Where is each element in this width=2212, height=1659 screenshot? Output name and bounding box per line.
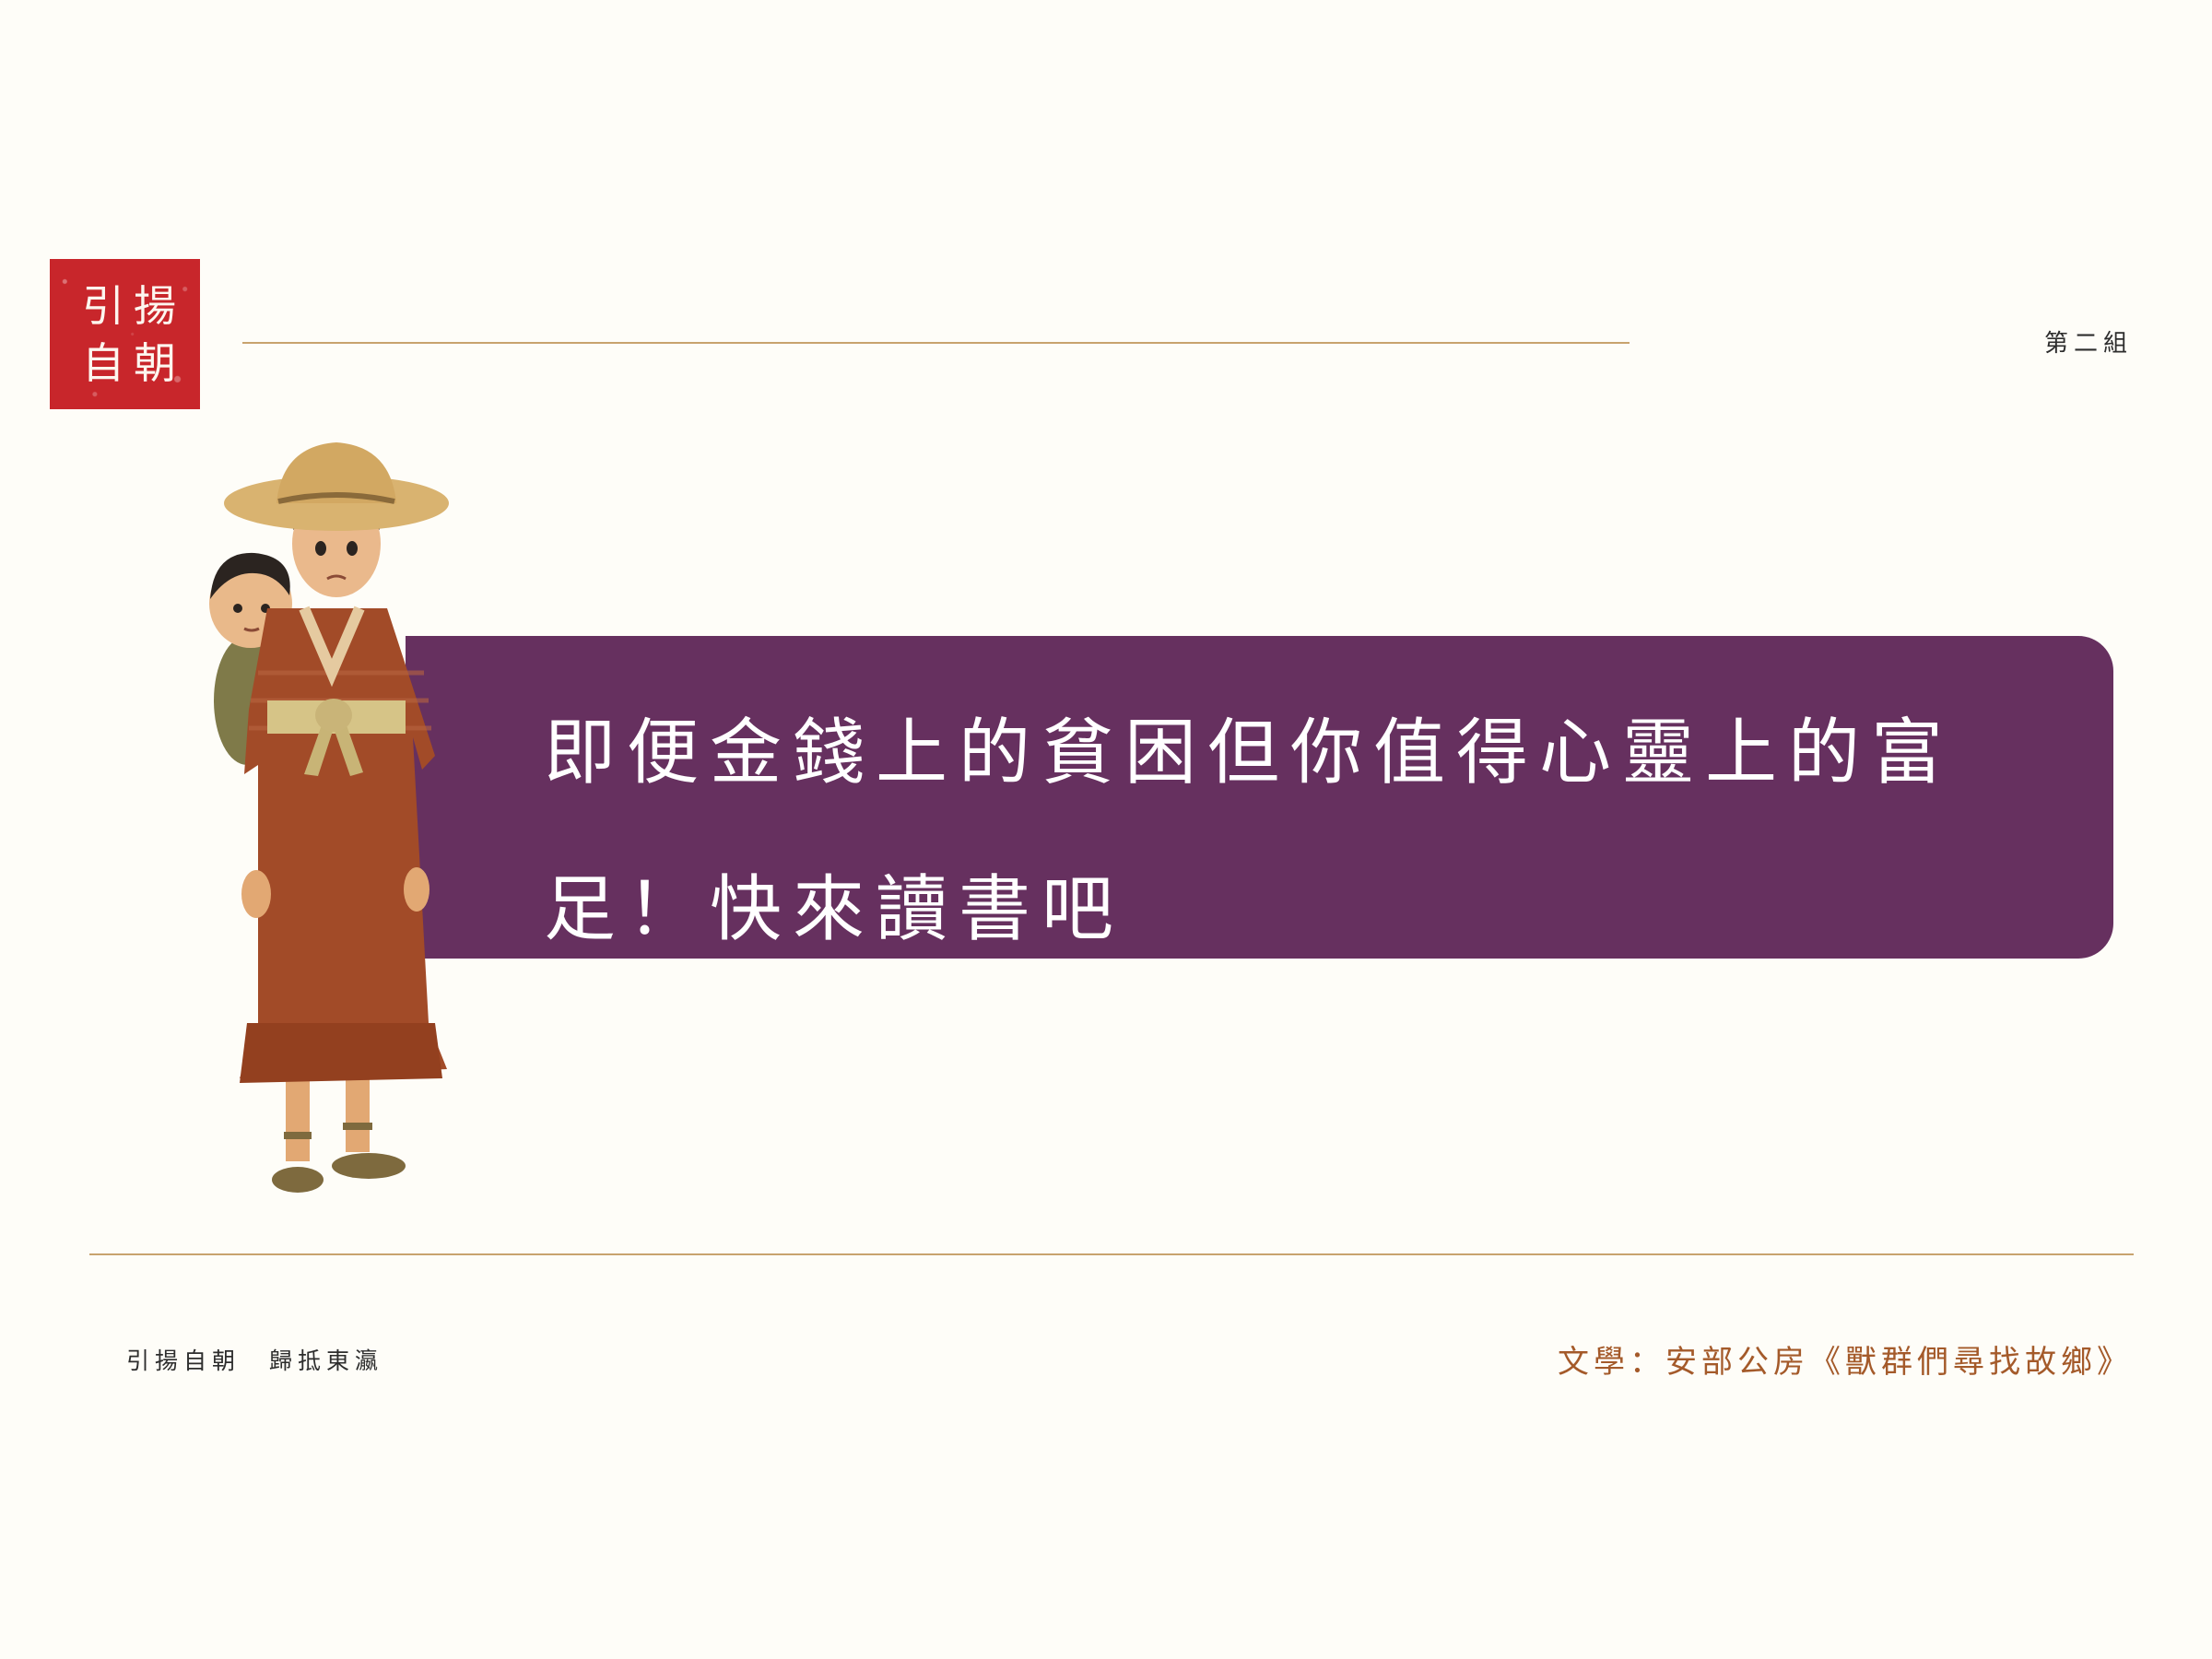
robe-figure: [240, 606, 447, 1083]
legs-figure: [272, 1078, 406, 1193]
seal-char: 朝: [134, 338, 176, 388]
seal-char: 揚: [134, 281, 176, 331]
slide: 引 揚 自 朝 第二組 即便金錢上的貧困但你值得心靈上的富足！快來讀書吧 引揚自…: [0, 0, 2212, 1659]
footer-section-title: 引揚自朝 歸抵東瀛: [126, 1347, 384, 1374]
group-label: 第二組: [2043, 330, 2133, 358]
seal-logo: 引 揚 自 朝: [50, 259, 200, 409]
seal-characters: 引 揚 自 朝: [77, 277, 188, 397]
footer-source-citation: 文學：安部公房《獸群們尋找故鄉》: [1558, 1344, 2133, 1381]
quote-banner: 即便金錢上的貧困但你值得心靈上的富足！快來讀書吧: [406, 636, 2113, 959]
top-divider: [242, 342, 1630, 344]
mother-carrying-child-illustration: [209, 442, 449, 1193]
seal-char: 引: [82, 281, 124, 331]
quote-text: 即便金錢上的貧困但你值得心靈上的富足！快來讀書吧: [544, 712, 1955, 951]
bottom-divider: [89, 1253, 2134, 1255]
seal-char: 自: [82, 338, 124, 388]
